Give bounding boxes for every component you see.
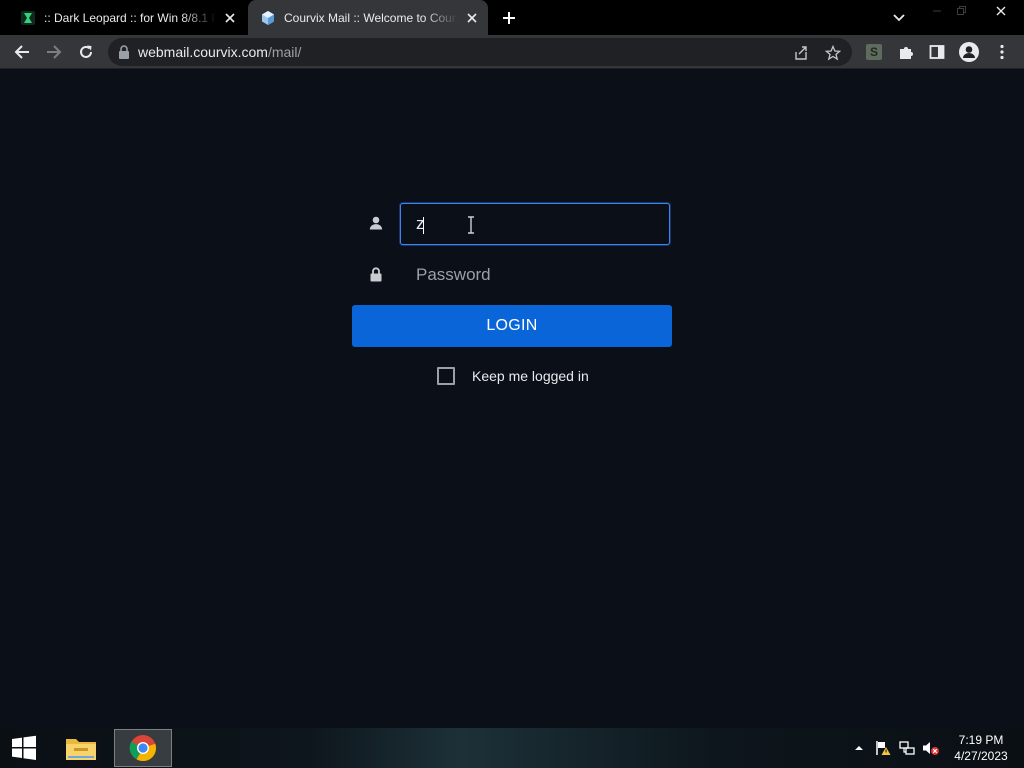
menu-button[interactable] (987, 37, 1017, 67)
lock-icon[interactable] (118, 45, 130, 59)
remember-checkbox[interactable] (437, 367, 455, 385)
minimize-icon (933, 10, 941, 12)
profile-button[interactable] (954, 37, 984, 67)
chrome-icon (129, 735, 157, 762)
bookmark-star-icon[interactable] (822, 42, 844, 64)
chevron-down-icon (893, 14, 905, 22)
arrow-right-icon (47, 45, 62, 59)
new-tab-button[interactable] (498, 7, 520, 29)
network-icon (899, 741, 915, 755)
extension-s-icon: S (866, 44, 882, 60)
flag-warning-icon (876, 741, 891, 755)
volume-button[interactable] (922, 739, 940, 757)
arrow-left-icon (14, 45, 29, 59)
tab-dark-leopard[interactable]: :: Dark Leopard :: for Win 8/8.1 Fi (8, 0, 246, 35)
close-icon[interactable] (220, 8, 240, 28)
text-cursor-icon (468, 216, 474, 234)
share-icon[interactable] (790, 42, 812, 64)
window-close-button[interactable] (978, 0, 1024, 22)
remember-me[interactable]: Keep me logged in (437, 367, 589, 385)
address-bar[interactable]: webmail.courvix.com/mail/ (108, 38, 852, 66)
back-button[interactable] (7, 37, 37, 67)
remember-label[interactable]: Keep me logged in (472, 368, 589, 384)
volume-muted-icon (923, 742, 939, 755)
chrome-taskbar-button[interactable] (114, 729, 172, 767)
username-input[interactable] (400, 203, 670, 245)
text-caret (423, 217, 424, 234)
browser-toolbar: webmail.courvix.com/mail/ S (0, 35, 1024, 69)
show-hidden-icons-button[interactable] (850, 739, 868, 757)
clock-date: 4/27/2023 (954, 749, 1008, 763)
password-row (362, 254, 672, 296)
password-input[interactable] (400, 254, 670, 296)
forward-button[interactable] (39, 37, 69, 67)
login-button[interactable]: LOGIN (352, 305, 672, 347)
taskbar-clock[interactable]: 7:19 PM 4/27/2023 (946, 732, 1016, 764)
windows-taskbar: 7:19 PM 4/27/2023 (0, 728, 1024, 768)
avatar-icon (959, 42, 979, 62)
login-page: LOGIN Keep me logged in (0, 70, 1024, 728)
tab-search-button[interactable] (888, 7, 910, 29)
network-button[interactable] (898, 739, 916, 757)
tab-courvix-mail[interactable]: Courvix Mail :: Welcome to Courvix (248, 0, 488, 35)
file-explorer-button[interactable] (52, 729, 110, 767)
dark-leopard-favicon (21, 10, 35, 25)
windows-logo-icon (12, 735, 36, 760)
maximize-button[interactable] (946, 0, 976, 22)
puzzle-icon (900, 47, 913, 59)
username-row (362, 203, 672, 245)
tab-strip: :: Dark Leopard :: for Win 8/8.1 Fi Cour… (0, 0, 1024, 35)
chevron-up-icon (855, 746, 863, 750)
url-host: webmail.courvix.com (138, 44, 268, 60)
courvix-mail-favicon (262, 10, 274, 25)
reload-button[interactable] (71, 37, 101, 67)
tab-title: Courvix Mail :: Welcome to Courvix (284, 10, 458, 25)
close-icon[interactable] (462, 8, 482, 28)
extensions-button[interactable] (891, 37, 921, 67)
side-panel-button[interactable] (922, 37, 952, 67)
tab-title: :: Dark Leopard :: for Win 8/8.1 Fi (44, 10, 216, 25)
kebab-menu-icon (1000, 44, 1004, 60)
login-button-label: LOGIN (486, 317, 538, 334)
extension-s-button[interactable]: S (859, 37, 889, 67)
extension-label: S (869, 45, 878, 59)
action-center-button[interactable] (874, 739, 892, 757)
close-icon (996, 6, 1006, 16)
side-panel-icon (929, 45, 945, 59)
clock-time: 7:19 PM (958, 733, 1004, 747)
start-button[interactable] (0, 728, 48, 768)
url-path: /mail/ (267, 44, 302, 60)
folder-icon (66, 739, 96, 760)
plus-icon (503, 12, 515, 24)
user-icon (368, 215, 384, 231)
lock-icon (368, 266, 384, 282)
reload-icon (80, 45, 92, 58)
restore-icon (957, 6, 966, 15)
